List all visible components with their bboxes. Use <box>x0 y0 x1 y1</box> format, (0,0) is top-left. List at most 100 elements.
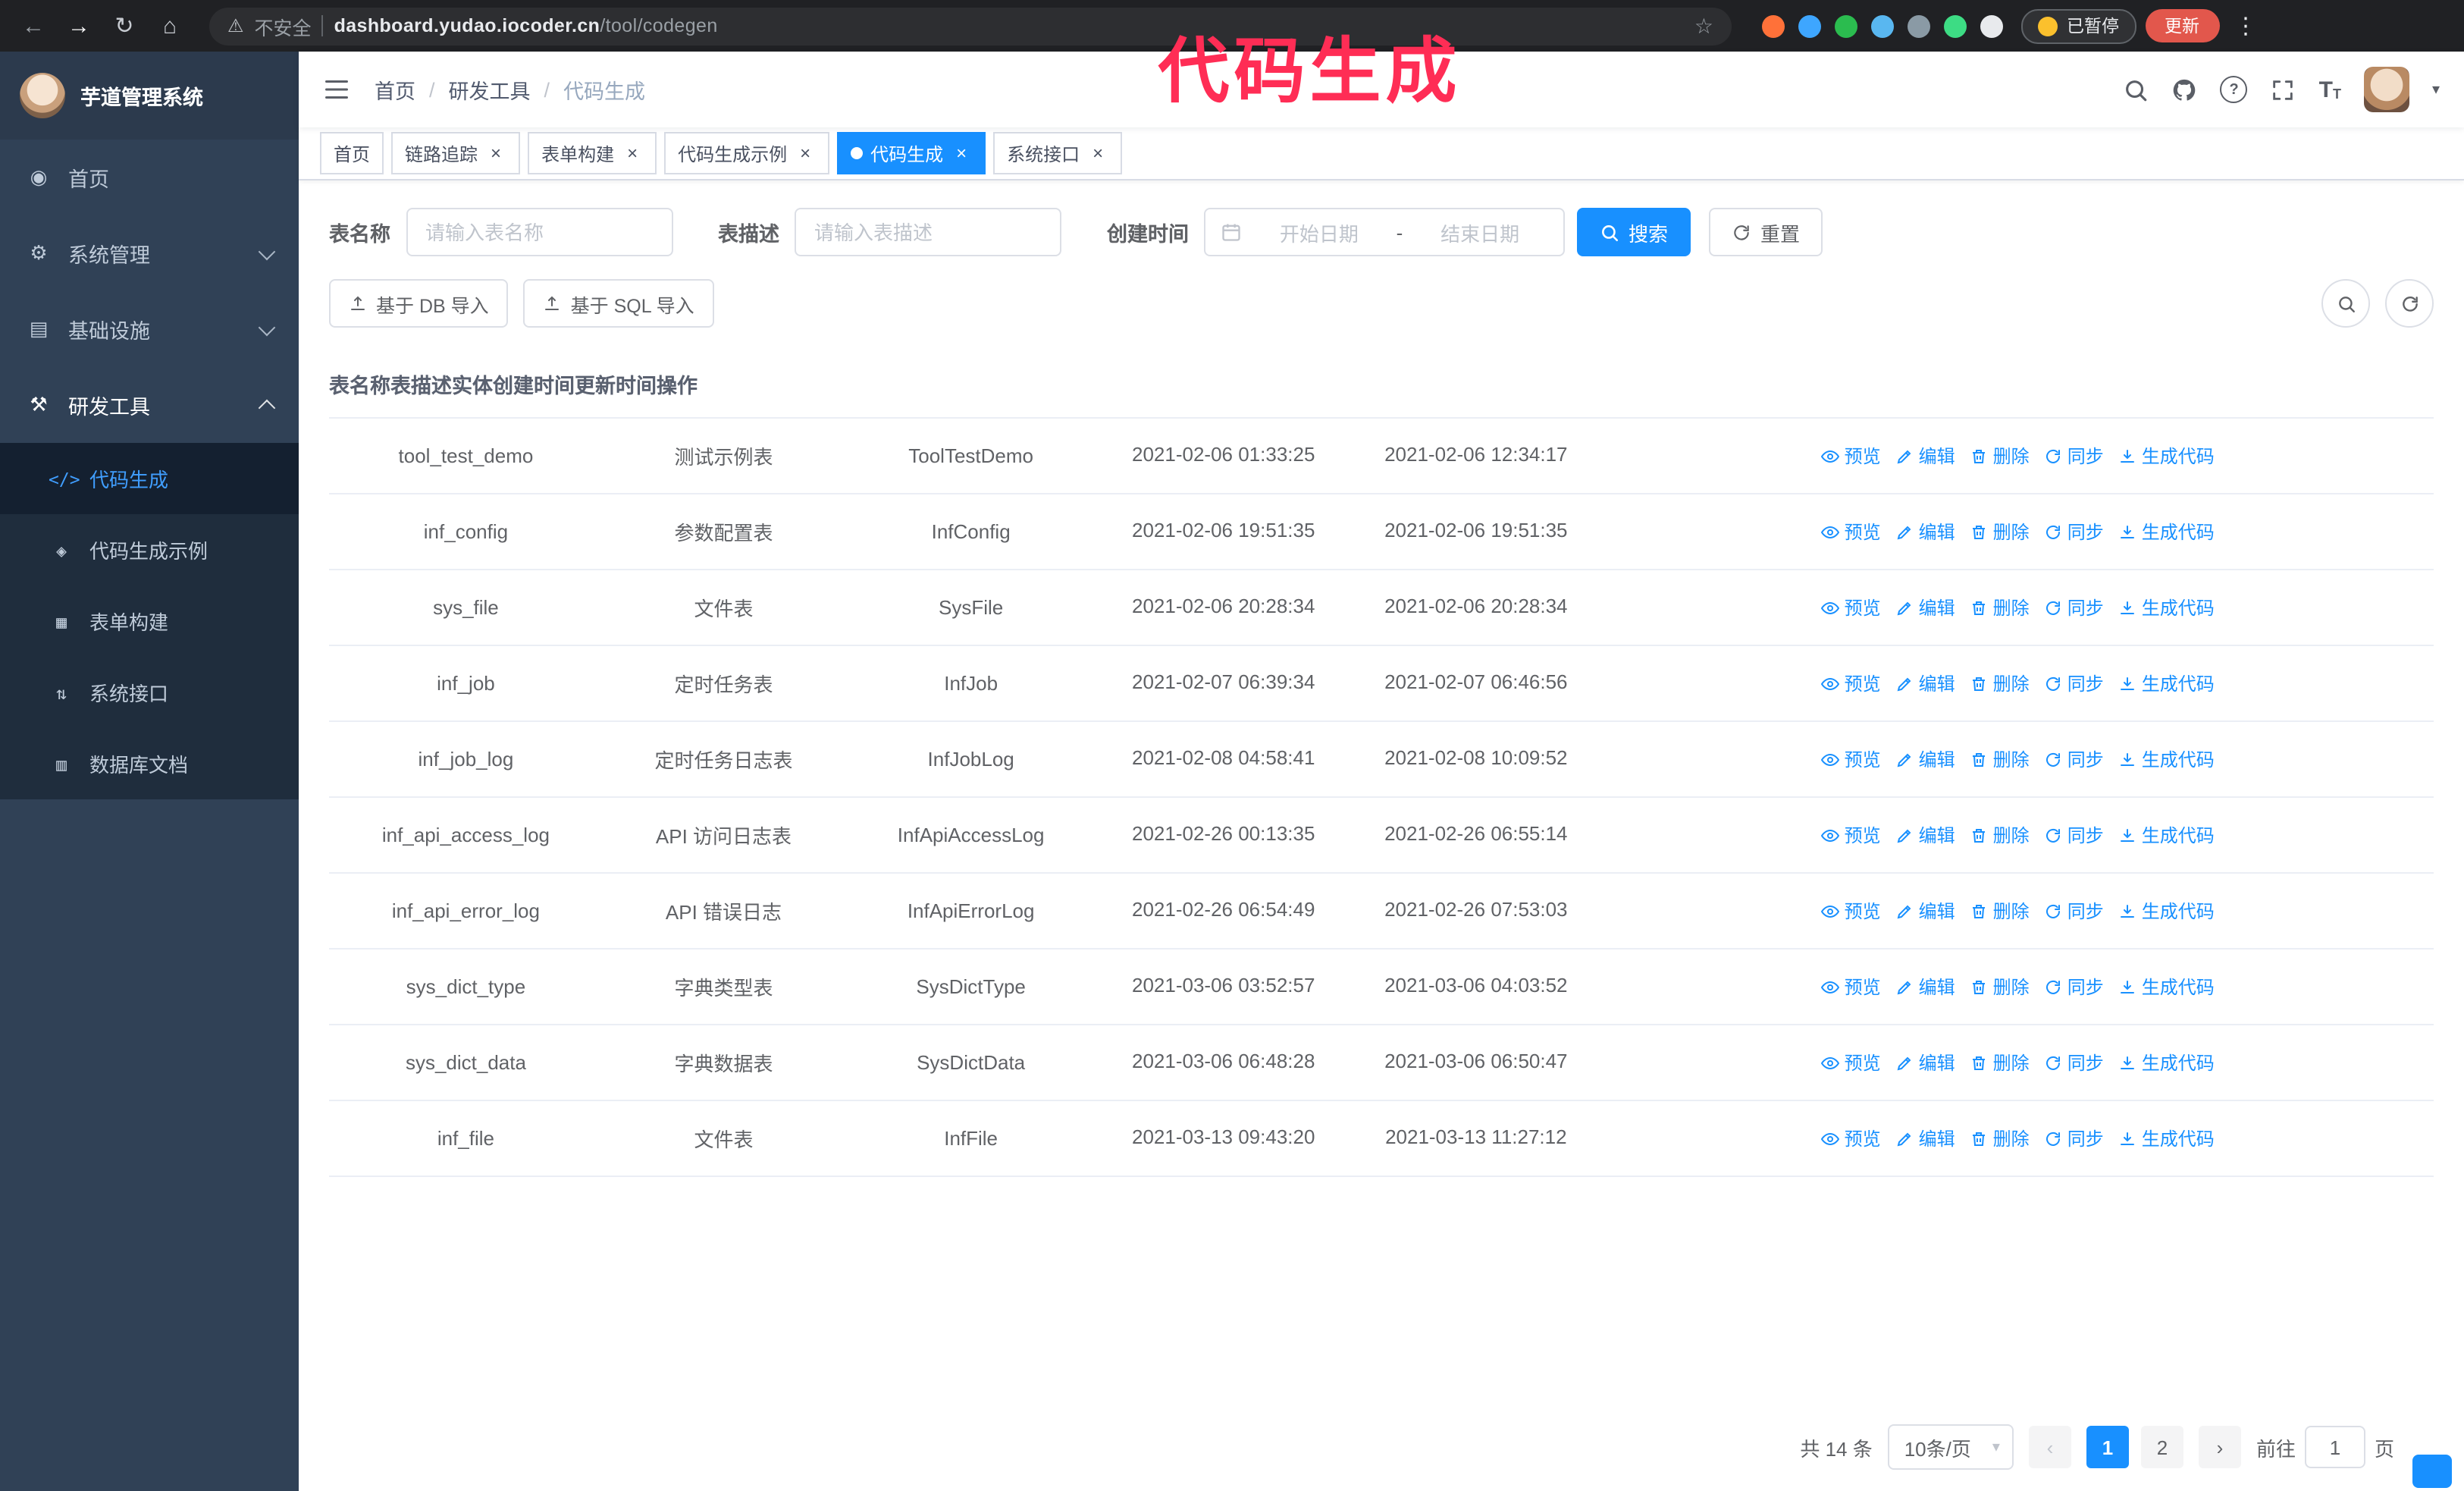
extension-icon[interactable] <box>1908 14 1930 37</box>
breadcrumb-item[interactable]: 首页 / <box>375 74 435 105</box>
delete-link[interactable]: 删除 <box>1970 519 2030 545</box>
reload-icon[interactable]: ↻ <box>106 8 143 44</box>
table-name-input[interactable] <box>406 208 672 256</box>
sidebar-subitem[interactable]: ⇅ 系统接口 <box>0 657 299 728</box>
edit-link[interactable]: 编辑 <box>1896 443 1955 469</box>
sidebar-item[interactable]: ⚙ 系统管理 <box>0 215 299 291</box>
help-icon[interactable]: ? <box>2220 76 2248 103</box>
sync-link[interactable]: 同步 <box>2045 898 2104 924</box>
helper-widget[interactable] <box>2412 1455 2452 1488</box>
delete-link[interactable]: 删除 <box>1970 1125 2030 1151</box>
generate-code-link[interactable]: 生成代码 <box>2119 822 2215 848</box>
sidebar-subitem[interactable]: ◈ 代码生成示例 <box>0 514 299 585</box>
sync-link[interactable]: 同步 <box>2045 974 2104 1000</box>
generate-code-link[interactable]: 生成代码 <box>2119 1050 2215 1075</box>
edit-link[interactable]: 编辑 <box>1896 1125 1955 1151</box>
view-tab[interactable]: 系统接口 × <box>993 132 1123 174</box>
delete-link[interactable]: 删除 <box>1970 974 2030 1000</box>
fullscreen-icon[interactable] <box>2271 77 2296 102</box>
reset-button[interactable]: 重置 <box>1709 208 1823 256</box>
extension-icon[interactable] <box>1762 14 1785 37</box>
preview-link[interactable]: 预览 <box>1821 595 1881 620</box>
sync-link[interactable]: 同步 <box>2045 519 2104 545</box>
next-page-button[interactable]: › <box>2198 1426 2241 1468</box>
sidebar-subitem[interactable]: ▦ 表单构建 <box>0 585 299 657</box>
close-icon[interactable]: × <box>795 143 816 164</box>
view-tab[interactable]: 链路追踪 × <box>391 132 521 174</box>
view-tab[interactable]: 表单构建 × <box>528 132 657 174</box>
page-size-select[interactable]: 10条/页 ▾ <box>1887 1424 2014 1470</box>
generate-code-link[interactable]: 生成代码 <box>2119 898 2215 924</box>
paused-chip[interactable]: 已暂停 <box>2021 8 2136 43</box>
sync-link[interactable]: 同步 <box>2045 746 2104 772</box>
edit-link[interactable]: 编辑 <box>1896 670 1955 696</box>
user-avatar[interactable] <box>2363 67 2409 112</box>
caret-down-icon[interactable]: ▾ <box>2432 81 2440 98</box>
breadcrumb-item[interactable]: 研发工具 / <box>449 74 550 105</box>
page-number-button[interactable]: 1 <box>2086 1426 2129 1468</box>
sidebar-subitem[interactable]: </> 代码生成 <box>0 443 299 514</box>
close-icon[interactable]: × <box>485 143 506 164</box>
delete-link[interactable]: 删除 <box>1970 898 2030 924</box>
edit-link[interactable]: 编辑 <box>1896 822 1955 848</box>
preview-link[interactable]: 预览 <box>1821 822 1881 848</box>
edit-link[interactable]: 编辑 <box>1896 974 1955 1000</box>
close-icon[interactable]: × <box>1087 143 1108 164</box>
address-bar[interactable]: ⚠ 不安全 dashboard.yudao.iocoder.cn/tool/co… <box>209 7 1732 45</box>
delete-link[interactable]: 删除 <box>1970 1050 2030 1075</box>
search-icon[interactable] <box>2124 77 2149 102</box>
edit-link[interactable]: 编辑 <box>1896 1050 1955 1075</box>
extension-icon[interactable] <box>1944 14 1967 37</box>
delete-link[interactable]: 删除 <box>1970 746 2030 772</box>
edit-link[interactable]: 编辑 <box>1896 595 1955 620</box>
preview-link[interactable]: 预览 <box>1821 443 1881 469</box>
view-tab[interactable]: 首页 <box>320 132 384 174</box>
generate-code-link[interactable]: 生成代码 <box>2119 670 2215 696</box>
generate-code-link[interactable]: 生成代码 <box>2119 746 2215 772</box>
github-icon[interactable] <box>2172 77 2198 102</box>
sync-link[interactable]: 同步 <box>2045 1125 2104 1151</box>
preview-link[interactable]: 预览 <box>1821 898 1881 924</box>
edit-link[interactable]: 编辑 <box>1896 746 1955 772</box>
view-tab[interactable]: 代码生成 × <box>837 132 986 174</box>
preview-link[interactable]: 预览 <box>1821 746 1881 772</box>
back-icon[interactable]: ← <box>15 8 52 44</box>
goto-page-input[interactable] <box>2304 1426 2365 1468</box>
delete-link[interactable]: 删除 <box>1970 443 2030 469</box>
preview-link[interactable]: 预览 <box>1821 1050 1881 1075</box>
extension-icon[interactable] <box>1980 14 2003 37</box>
sync-link[interactable]: 同步 <box>2045 443 2104 469</box>
extension-icon[interactable] <box>1835 14 1857 37</box>
sidebar-item[interactable]: ⚒ 研发工具 <box>0 367 299 443</box>
sidebar-item[interactable]: ▤ 基础设施 <box>0 291 299 367</box>
edit-link[interactable]: 编辑 <box>1896 519 1955 545</box>
sync-link[interactable]: 同步 <box>2045 595 2104 620</box>
preview-link[interactable]: 预览 <box>1821 1125 1881 1151</box>
refresh-button[interactable] <box>2385 279 2434 328</box>
extension-icon[interactable] <box>1798 14 1821 37</box>
date-range-picker[interactable]: 开始日期 - 结束日期 <box>1204 208 1565 256</box>
hamburger-icon[interactable] <box>323 76 350 103</box>
breadcrumb-item[interactable]: 代码生成 / <box>563 74 645 105</box>
view-tab[interactable]: 代码生成示例 × <box>664 132 830 174</box>
delete-link[interactable]: 删除 <box>1970 670 2030 696</box>
generate-code-link[interactable]: 生成代码 <box>2119 519 2215 545</box>
search-button[interactable]: 搜索 <box>1577 208 1691 256</box>
extension-icon[interactable] <box>1871 14 1894 37</box>
forward-icon[interactable]: → <box>61 8 97 44</box>
generate-code-link[interactable]: 生成代码 <box>2119 595 2215 620</box>
preview-link[interactable]: 预览 <box>1821 670 1881 696</box>
sidebar-subitem[interactable]: ▥ 数据库文档 <box>0 728 299 799</box>
update-button[interactable]: 更新 <box>2145 9 2219 42</box>
bookmark-star-icon[interactable]: ☆ <box>1694 13 1713 39</box>
font-size-icon[interactable]: TT <box>2319 78 2341 101</box>
edit-link[interactable]: 编辑 <box>1896 898 1955 924</box>
import-sql-button[interactable]: 基于 SQL 导入 <box>523 279 714 328</box>
preview-link[interactable]: 预览 <box>1821 519 1881 545</box>
delete-link[interactable]: 删除 <box>1970 595 2030 620</box>
import-db-button[interactable]: 基于 DB 导入 <box>329 279 509 328</box>
prev-page-button[interactable]: ‹ <box>2028 1426 2071 1468</box>
sync-link[interactable]: 同步 <box>2045 670 2104 696</box>
home-icon[interactable]: ⌂ <box>152 8 188 44</box>
preview-link[interactable]: 预览 <box>1821 974 1881 1000</box>
